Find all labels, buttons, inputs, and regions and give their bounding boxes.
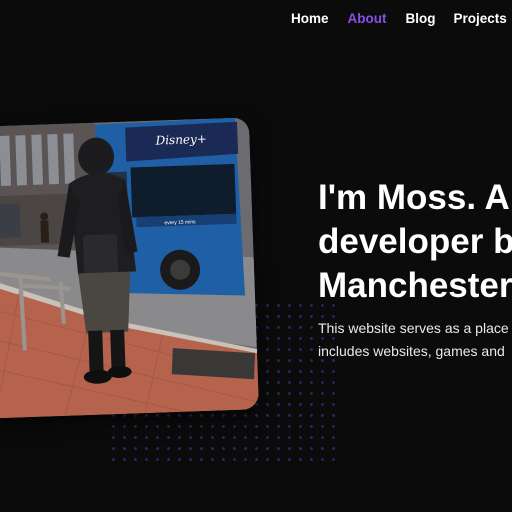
hero-title-line-2: developer b (318, 222, 512, 261)
nav-blog-link[interactable]: Blog (406, 11, 436, 26)
hero-description-line-1: This website serves as a place (318, 320, 509, 336)
hero-title: I'm Moss. A developer b Manchester (318, 176, 512, 308)
bus-brand-text: Disney+ (154, 132, 207, 148)
hero-title-line-3: Manchester (318, 266, 512, 305)
page: Home About Blog Projects Disney+ every 1… (0, 0, 512, 512)
nav-home-link[interactable]: Home (291, 11, 329, 26)
nav-about-link[interactable]: About (348, 11, 387, 26)
nav-projects-link[interactable]: Projects (454, 11, 507, 26)
hero-description: This website serves as a place includes … (318, 317, 512, 363)
hero-title-line-1: I'm Moss. A (318, 178, 510, 217)
profile-photo: Disney+ every 15 mins (0, 117, 260, 419)
hero-description-line-2: includes websites, games and (318, 343, 505, 359)
bus-side-text: every 15 mins (164, 219, 196, 226)
top-nav: Home About Blog Projects (291, 11, 507, 26)
